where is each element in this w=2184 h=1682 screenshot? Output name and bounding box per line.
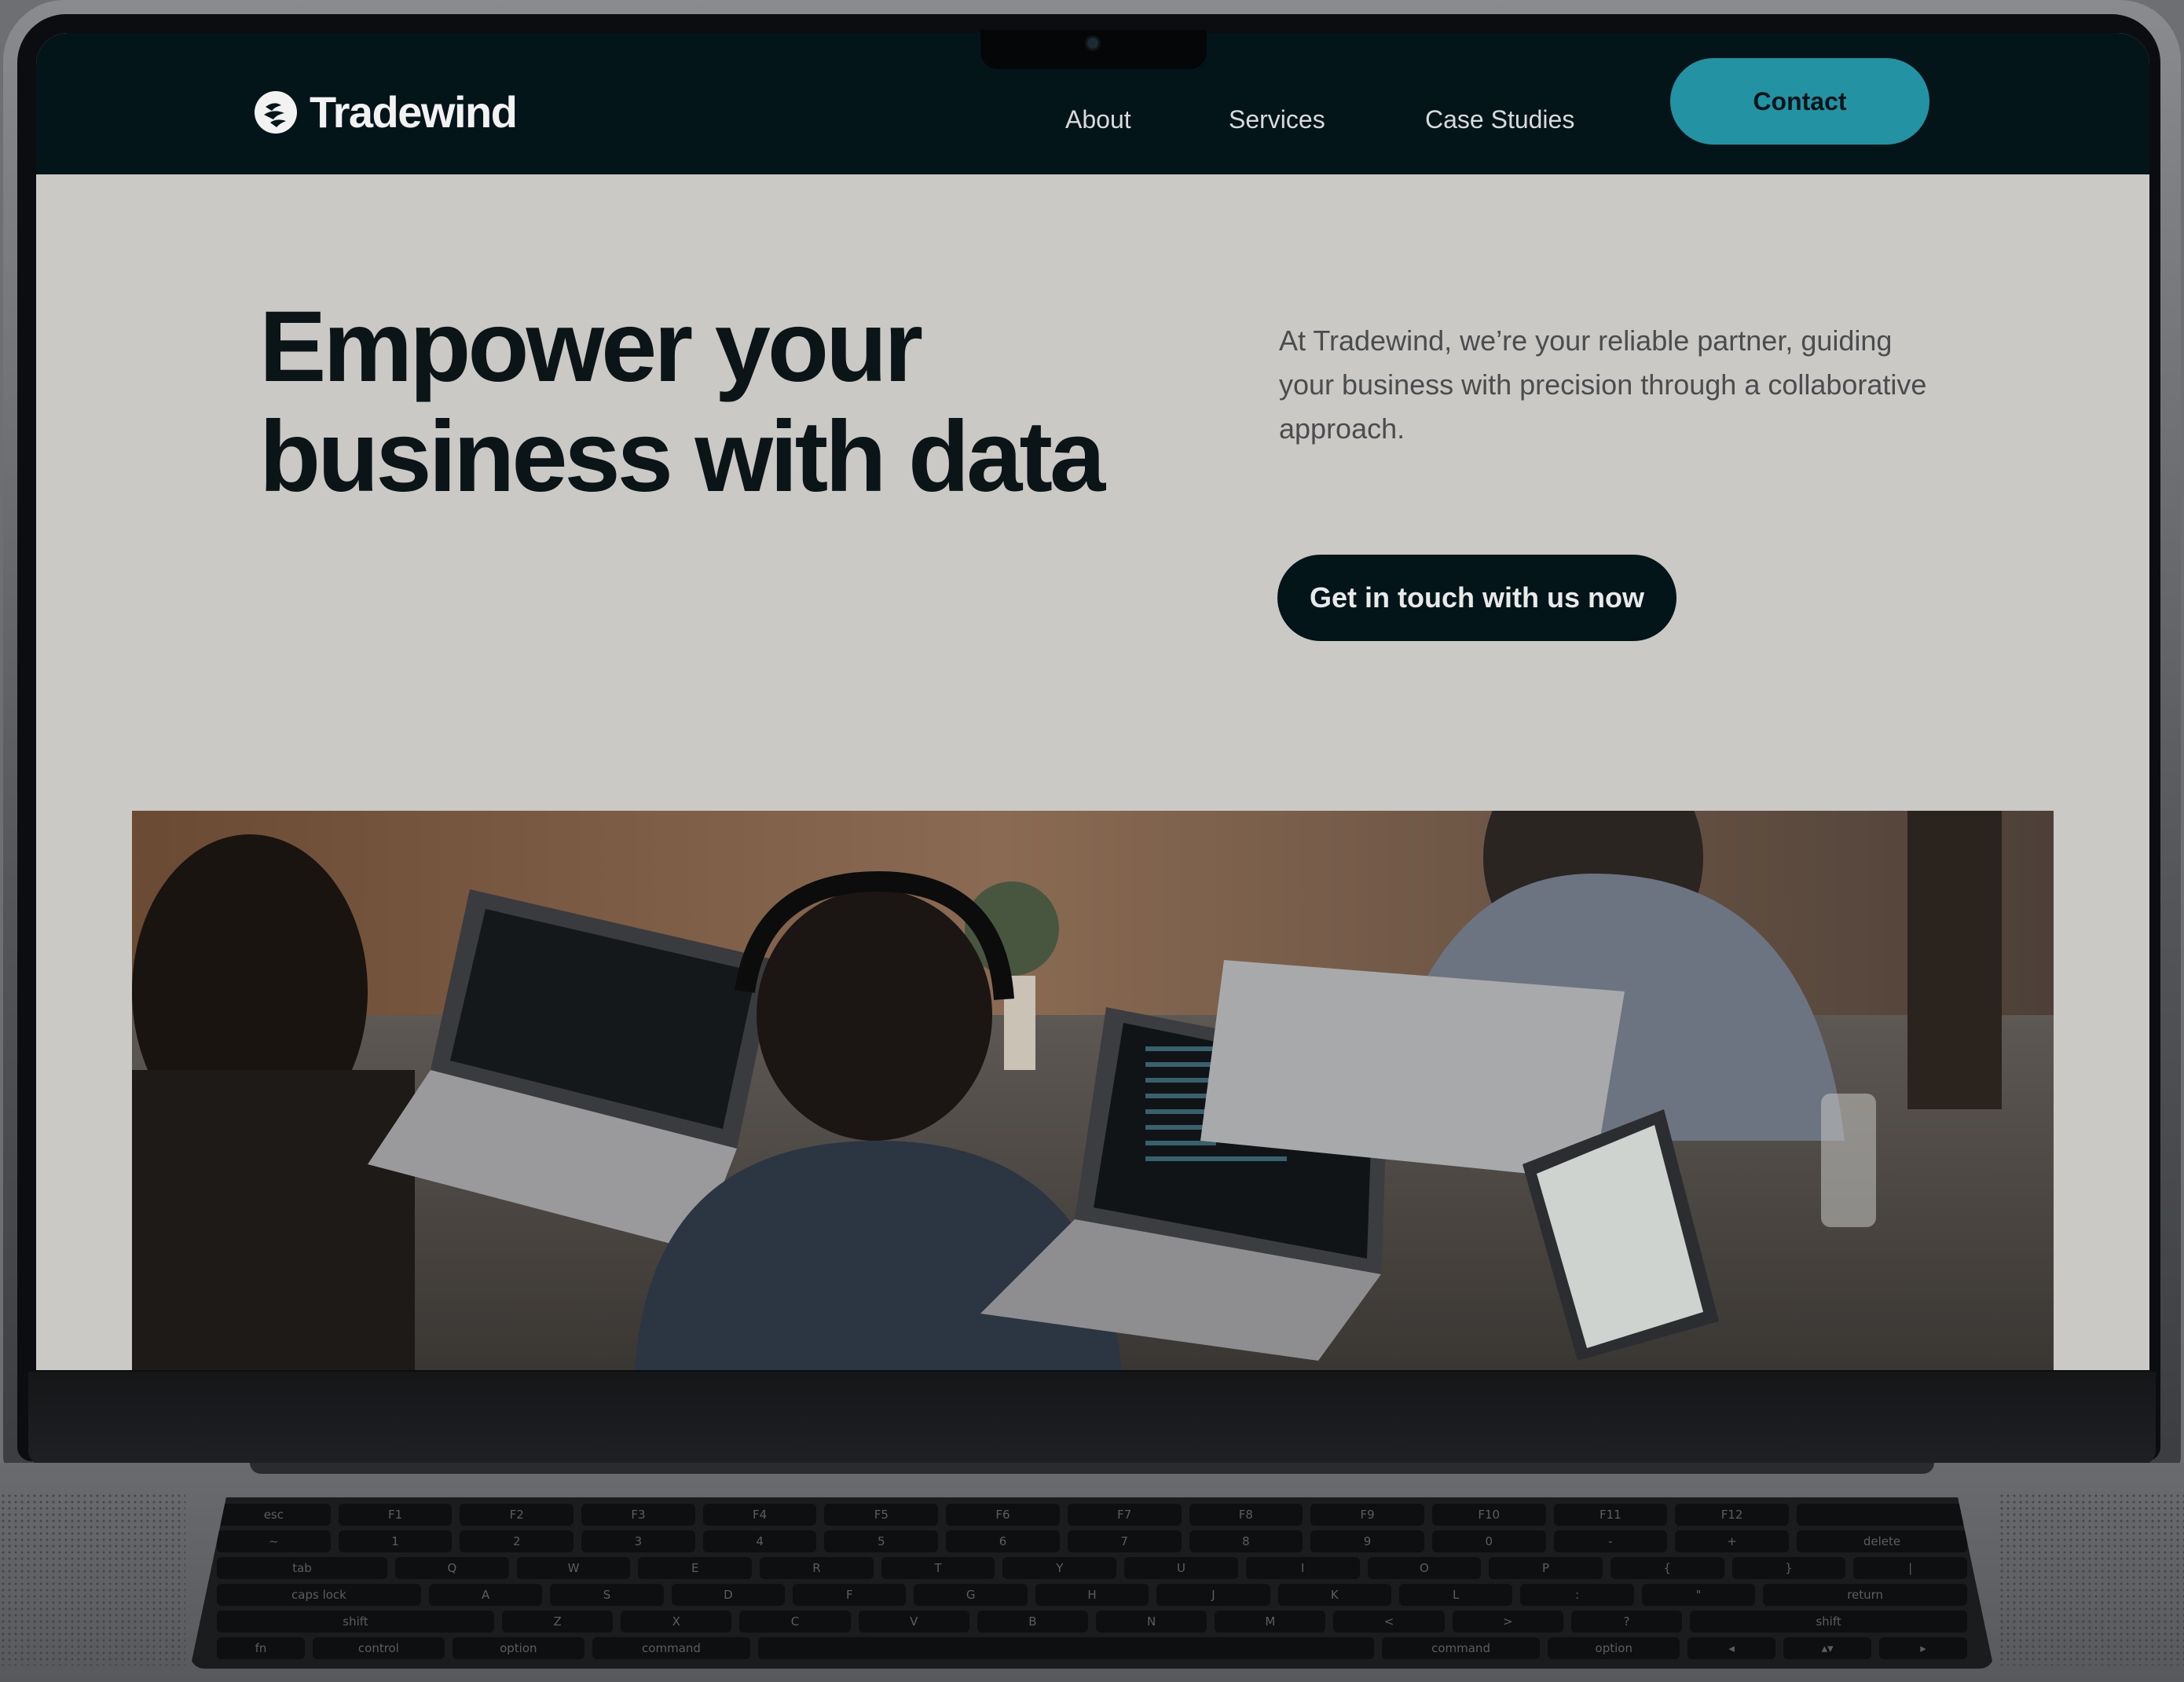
hinge <box>250 1463 1934 1474</box>
key-h[interactable]: H <box>1035 1584 1149 1606</box>
key-plus[interactable]: + <box>1675 1530 1789 1552</box>
key-i[interactable]: I <box>1245 1557 1360 1579</box>
key-u[interactable]: U <box>1124 1557 1238 1579</box>
key-pipe[interactable]: | <box>1853 1557 1967 1579</box>
left-speaker-grille <box>0 1493 185 1666</box>
key-f12[interactable]: F12 <box>1675 1504 1789 1526</box>
key-tilde[interactable]: ~ <box>217 1530 331 1552</box>
key-f1[interactable]: F1 <box>338 1504 453 1526</box>
hero-team-photo <box>132 811 2054 1370</box>
key-command-right[interactable]: command <box>1381 1637 1541 1659</box>
key-x[interactable]: X <box>621 1611 732 1633</box>
key-option-left[interactable]: option <box>452 1637 584 1659</box>
key-fn[interactable]: fn <box>217 1637 305 1659</box>
key-4[interactable]: 4 <box>702 1530 817 1552</box>
key-t[interactable]: T <box>881 1557 995 1579</box>
key-n[interactable]: N <box>1096 1611 1207 1633</box>
brand-logo[interactable]: Tradewind <box>253 86 518 137</box>
key-k[interactable]: K <box>1277 1584 1392 1606</box>
screen-chin <box>28 1372 2156 1466</box>
key-f10[interactable]: F10 <box>1431 1504 1546 1526</box>
laptop-screen: Tradewind About Services Case Studies Co… <box>36 33 2149 1370</box>
key-minus[interactable]: - <box>1553 1530 1668 1552</box>
key-a[interactable]: A <box>428 1584 543 1606</box>
key-quote[interactable]: " <box>1641 1584 1756 1606</box>
key-d[interactable]: D <box>671 1584 786 1606</box>
key-return[interactable]: return <box>1763 1584 1968 1606</box>
key-w[interactable]: W <box>516 1557 631 1579</box>
key-arrow-up-down[interactable]: ▴▾ <box>1783 1637 1872 1659</box>
key-r[interactable]: R <box>760 1557 874 1579</box>
key-power[interactable] <box>1796 1504 1967 1526</box>
key-arrow-left[interactable]: ◂ <box>1687 1637 1776 1659</box>
key-caps-lock[interactable]: caps lock <box>217 1584 421 1606</box>
key-m[interactable]: M <box>1215 1611 1326 1633</box>
key-y[interactable]: Y <box>1002 1557 1117 1579</box>
key-8[interactable]: 8 <box>1189 1530 1303 1552</box>
key-p[interactable]: P <box>1489 1557 1603 1579</box>
key-z[interactable]: Z <box>502 1611 614 1633</box>
laptop-keyboard: esc F1 F2 F3 F4 F5 F6 F7 F8 F9 F10 F11 F… <box>190 1497 1994 1669</box>
key-shift-left[interactable]: shift <box>217 1611 494 1633</box>
tradewind-logo-icon <box>255 90 297 134</box>
nav-link-case-studies[interactable]: Case Studies <box>1425 105 1574 134</box>
key-2[interactable]: 2 <box>460 1530 574 1552</box>
key-j[interactable]: J <box>1156 1584 1270 1606</box>
contact-button[interactable]: Contact <box>1670 58 1929 145</box>
key-space[interactable] <box>758 1637 1374 1659</box>
brand-name: Tradewind <box>310 87 518 137</box>
key-0[interactable]: 0 <box>1431 1530 1546 1552</box>
key-shift-right[interactable]: shift <box>1690 1611 1968 1633</box>
nav-link-about[interactable]: About <box>1065 105 1131 134</box>
key-f11[interactable]: F11 <box>1553 1504 1668 1526</box>
key-5[interactable]: 5 <box>824 1530 939 1552</box>
key-control[interactable]: control <box>312 1637 445 1659</box>
right-speaker-grille <box>1999 1493 2184 1666</box>
nav-link-services[interactable]: Services <box>1229 105 1325 134</box>
key-e[interactable]: E <box>638 1557 753 1579</box>
key-3[interactable]: 3 <box>581 1530 695 1552</box>
key-f2[interactable]: F2 <box>460 1504 574 1526</box>
key-option-right[interactable]: option <box>1548 1637 1680 1659</box>
get-in-touch-button[interactable]: Get in touch with us now <box>1277 555 1676 641</box>
key-delete[interactable]: delete <box>1796 1530 1967 1552</box>
key-1[interactable]: 1 <box>338 1530 453 1552</box>
key-o[interactable]: O <box>1367 1557 1482 1579</box>
key-esc[interactable]: esc <box>217 1504 331 1526</box>
key-f8[interactable]: F8 <box>1189 1504 1303 1526</box>
hero-title-line-2: business with data <box>259 401 1105 513</box>
key-s[interactable]: S <box>550 1584 664 1606</box>
hero-title-line-1: Empower your <box>259 291 923 403</box>
key-c[interactable]: C <box>739 1611 851 1633</box>
key-f3[interactable]: F3 <box>581 1504 695 1526</box>
key-brace-left[interactable]: { <box>1610 1557 1724 1579</box>
key-g[interactable]: G <box>914 1584 1028 1606</box>
key-f4[interactable]: F4 <box>702 1504 817 1526</box>
key-f6[interactable]: F6 <box>946 1504 1060 1526</box>
camera-notch <box>980 30 1207 69</box>
key-7[interactable]: 7 <box>1067 1530 1182 1552</box>
key-9[interactable]: 9 <box>1310 1530 1424 1552</box>
key-tab[interactable]: tab <box>217 1557 388 1579</box>
team-working-photo-illustration <box>132 811 2054 1370</box>
key-f[interactable]: F <box>793 1584 907 1606</box>
key-6[interactable]: 6 <box>946 1530 1060 1552</box>
key-question[interactable]: ? <box>1570 1611 1683 1633</box>
hero-title: Empower your business with data <box>259 292 1202 512</box>
key-arrow-right[interactable]: ▸ <box>1879 1637 1967 1659</box>
key-l[interactable]: L <box>1399 1584 1513 1606</box>
key-less-than[interactable]: < <box>1333 1611 1445 1633</box>
key-f5[interactable]: F5 <box>824 1504 939 1526</box>
key-q[interactable]: Q <box>395 1557 509 1579</box>
hero-description: At Tradewind, we’re your reliable partne… <box>1279 324 1927 445</box>
key-command-left[interactable]: command <box>592 1637 751 1659</box>
key-brace-right[interactable]: } <box>1731 1557 1846 1579</box>
key-b[interactable]: B <box>977 1611 1089 1633</box>
key-f9[interactable]: F9 <box>1310 1504 1424 1526</box>
key-colon[interactable]: : <box>1520 1584 1634 1606</box>
key-f7[interactable]: F7 <box>1067 1504 1182 1526</box>
key-greater-than[interactable]: > <box>1452 1611 1563 1633</box>
camera-icon <box>1087 38 1098 49</box>
key-v[interactable]: V <box>858 1611 969 1633</box>
